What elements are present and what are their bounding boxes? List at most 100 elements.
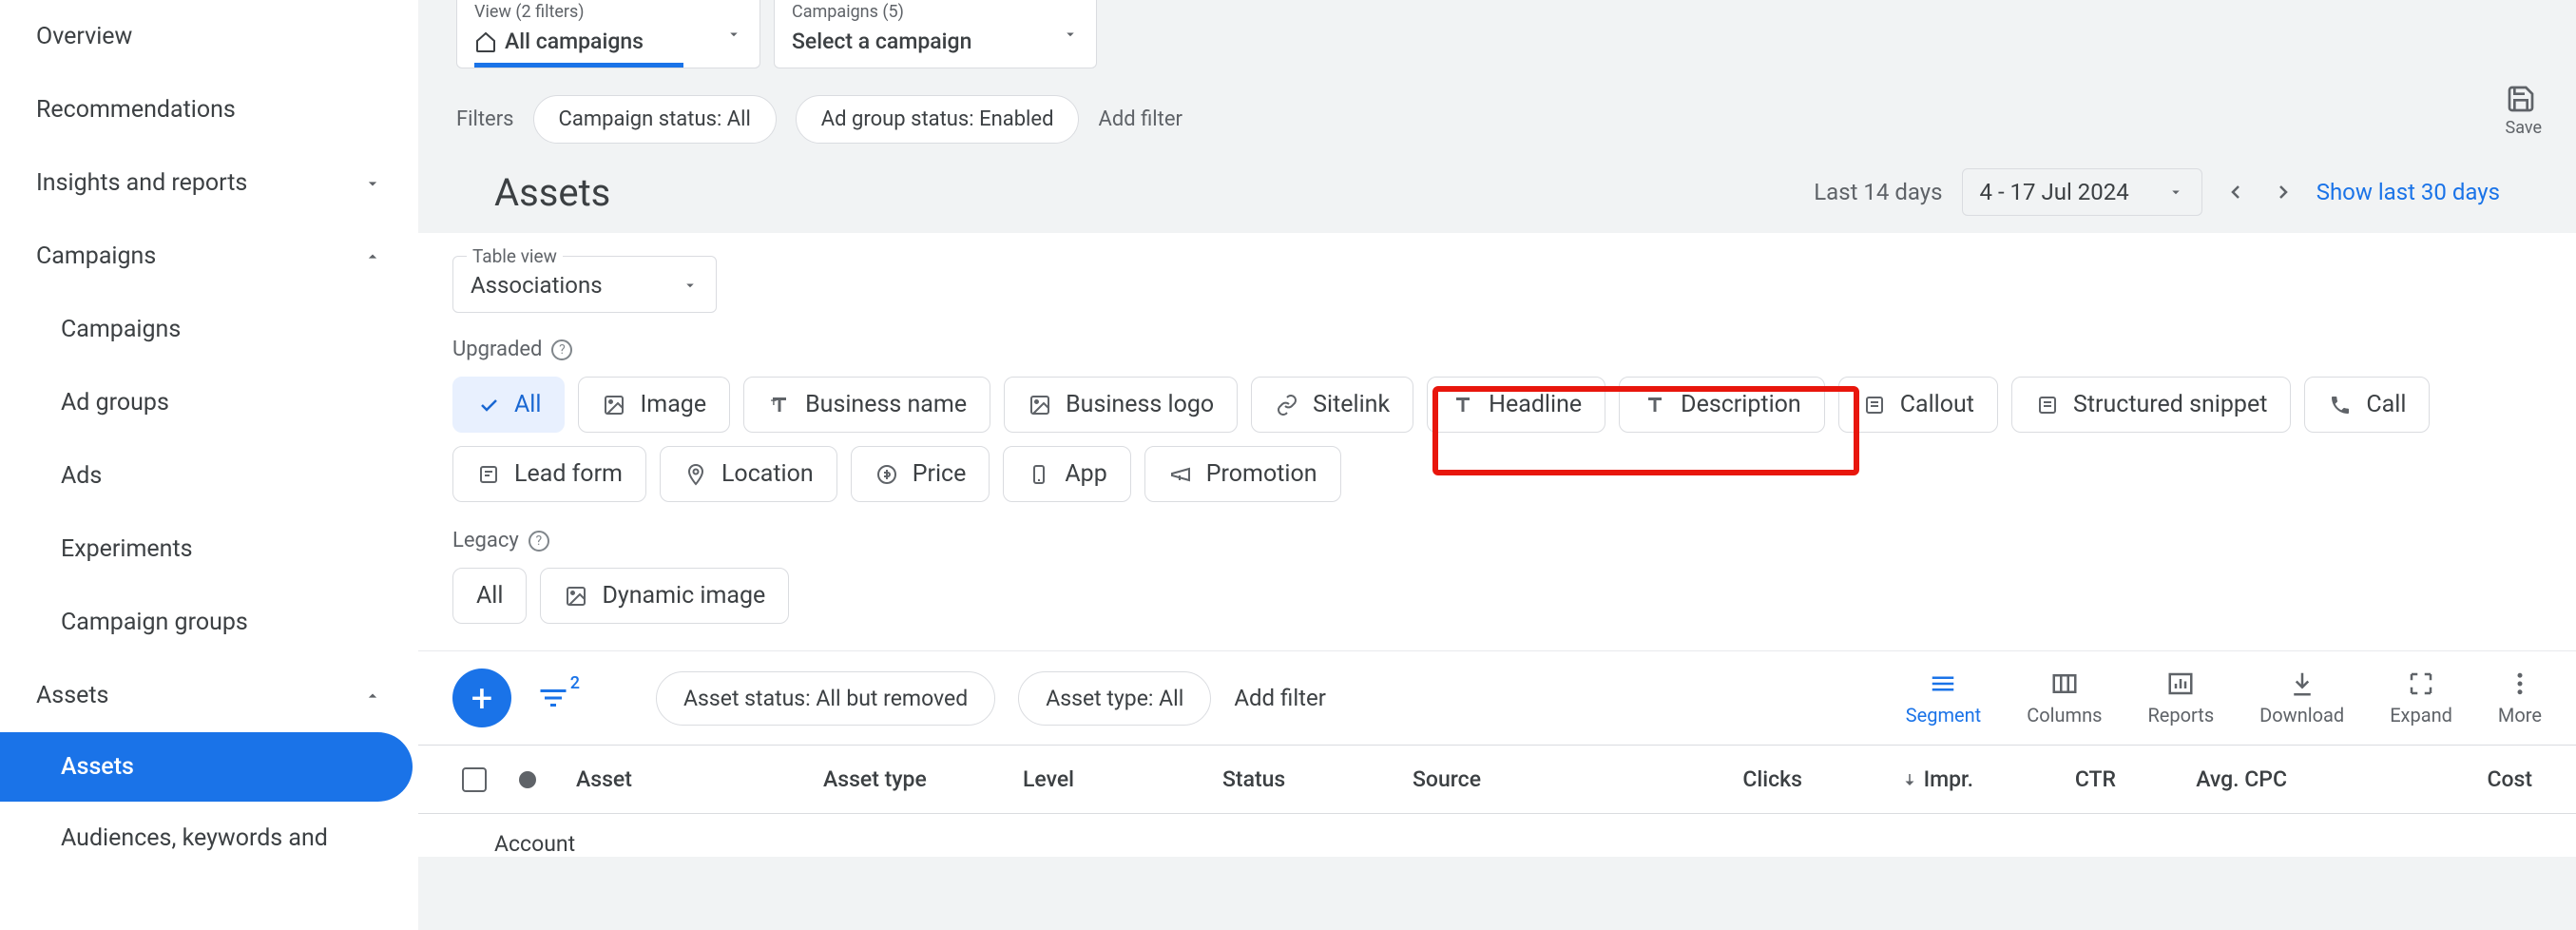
form-icon bbox=[476, 462, 501, 487]
help-icon[interactable]: ? bbox=[551, 339, 572, 360]
col-impr[interactable]: Impr. bbox=[1812, 766, 1983, 792]
add-filter-link[interactable]: Add filter bbox=[1098, 107, 1182, 131]
caret-down-icon bbox=[725, 26, 742, 43]
download-icon bbox=[2288, 669, 2316, 698]
image-icon bbox=[1028, 393, 1052, 417]
chip-app[interactable]: App bbox=[1003, 446, 1130, 502]
chip-call[interactable]: Call bbox=[2304, 377, 2430, 433]
list-icon bbox=[1862, 393, 1887, 417]
col-clicks[interactable]: Clicks bbox=[1641, 766, 1812, 792]
page-title: Assets bbox=[494, 170, 610, 215]
legacy-section-label: Legacy ? bbox=[452, 529, 2542, 552]
nav-sub-adgroups[interactable]: Ad groups bbox=[0, 366, 418, 439]
status-indicator-header bbox=[519, 771, 536, 788]
table-view-value: Associations bbox=[471, 272, 603, 299]
nav-audiences[interactable]: Audiences, keywords and bbox=[0, 802, 418, 852]
col-status[interactable]: Status bbox=[1213, 766, 1403, 792]
more-button[interactable]: More bbox=[2498, 669, 2542, 727]
pill-asset-status[interactable]: Asset status: All but removed bbox=[656, 671, 995, 726]
nav-recommendations[interactable]: Recommendations bbox=[0, 73, 418, 146]
col-level[interactable]: Level bbox=[1013, 766, 1213, 792]
download-button[interactable]: Download bbox=[2259, 669, 2344, 727]
nav-sub-ads[interactable]: Ads bbox=[0, 439, 418, 513]
chip-business-logo[interactable]: Business logo bbox=[1004, 377, 1238, 433]
chip-promotion[interactable]: Promotion bbox=[1144, 446, 1341, 502]
phone-icon bbox=[2328, 393, 2353, 417]
campaign-dropdown[interactable]: Campaigns (5) Select a campaign bbox=[774, 0, 1097, 68]
nav-overview[interactable]: Overview bbox=[0, 0, 418, 73]
link-icon bbox=[1275, 393, 1299, 417]
add-button[interactable]: + bbox=[452, 668, 511, 727]
save-button[interactable]: Save bbox=[2506, 84, 2543, 138]
main-area: View (2 filters) All campaigns Campaigns… bbox=[418, 0, 2576, 930]
segment-button[interactable]: Segment bbox=[1906, 669, 1981, 727]
table-view-select[interactable]: Table view Associations bbox=[452, 256, 717, 313]
nav-assets-sub-active[interactable]: Assets bbox=[0, 732, 413, 802]
col-asset-type[interactable]: Asset type bbox=[814, 766, 1013, 792]
date-last-label: Last 14 days bbox=[1814, 179, 1942, 205]
date-next-button[interactable] bbox=[2269, 178, 2297, 206]
legacy-chip-all[interactable]: All bbox=[452, 568, 527, 624]
chip-callout[interactable]: Callout bbox=[1838, 377, 1998, 433]
campaign-dropdown-label: Campaigns (5) bbox=[792, 2, 904, 22]
select-all-checkbox[interactable] bbox=[462, 767, 487, 792]
filters-label: Filters bbox=[456, 107, 514, 131]
nav-sub-experiments[interactable]: Experiments bbox=[0, 513, 418, 586]
chevron-down-icon bbox=[363, 174, 382, 193]
chip-business-name[interactable]: Business name bbox=[743, 377, 990, 433]
caret-down-icon bbox=[682, 277, 699, 294]
add-filter-toolbar[interactable]: Add filter bbox=[1234, 685, 1326, 711]
view-dropdown[interactable]: View (2 filters) All campaigns bbox=[456, 0, 760, 68]
chevron-up-icon bbox=[363, 687, 382, 706]
show-last-30-link[interactable]: Show last 30 days bbox=[2316, 179, 2500, 205]
columns-button[interactable]: Columns bbox=[2027, 669, 2102, 727]
upgraded-section-label: Upgraded ? bbox=[452, 338, 2542, 361]
more-icon bbox=[2506, 669, 2534, 698]
filter-chip-adgroup-status[interactable]: Ad group status: Enabled bbox=[796, 95, 1080, 144]
legacy-chip-dynamic-image[interactable]: Dynamic image bbox=[540, 568, 789, 624]
caret-down-icon bbox=[1062, 26, 1079, 43]
table-view-label: Table view bbox=[467, 245, 563, 267]
expand-icon bbox=[2407, 669, 2435, 698]
chip-lead-form[interactable]: Lead form bbox=[452, 446, 646, 502]
chip-price[interactable]: Price bbox=[851, 446, 990, 502]
sort-down-icon bbox=[1901, 771, 1918, 788]
nav-assets[interactable]: Assets bbox=[0, 659, 418, 732]
campaign-dropdown-value: Select a campaign bbox=[792, 29, 971, 54]
chip-sitelink[interactable]: Sitelink bbox=[1251, 377, 1413, 433]
row-account-label: Account bbox=[494, 831, 575, 857]
nav-sub-campaigns[interactable]: Campaigns bbox=[0, 293, 418, 366]
date-prev-button[interactable] bbox=[2221, 178, 2250, 206]
chip-all[interactable]: All bbox=[452, 377, 565, 433]
save-label: Save bbox=[2506, 118, 2543, 138]
nav-sub-campaign-groups[interactable]: Campaign groups bbox=[0, 586, 418, 659]
home-icon bbox=[474, 30, 497, 53]
help-icon[interactable]: ? bbox=[529, 531, 549, 552]
filter-chip-campaign-status[interactable]: Campaign status: All bbox=[533, 95, 777, 144]
expand-button[interactable]: Expand bbox=[2390, 669, 2452, 727]
chevron-up-icon bbox=[363, 247, 382, 266]
filter-button[interactable]: 2 bbox=[534, 679, 572, 717]
check-icon bbox=[476, 393, 501, 417]
col-source[interactable]: Source bbox=[1403, 766, 1641, 792]
table-header: Asset Asset type Level Status Source Cli… bbox=[418, 745, 2576, 814]
chip-location[interactable]: Location bbox=[660, 446, 837, 502]
columns-icon bbox=[2050, 669, 2079, 698]
date-range-picker[interactable]: 4 - 17 Jul 2024 bbox=[1962, 168, 2202, 216]
view-dropdown-label: View (2 filters) bbox=[474, 2, 585, 22]
nav-campaigns[interactable]: Campaigns bbox=[0, 220, 418, 293]
reports-button[interactable]: Reports bbox=[2147, 669, 2214, 727]
col-ctr[interactable]: CTR bbox=[1983, 766, 2125, 792]
chip-description[interactable]: Description bbox=[1619, 377, 1825, 433]
col-asset[interactable]: Asset bbox=[567, 766, 814, 792]
col-cost[interactable]: Cost bbox=[2297, 766, 2542, 792]
nav-insights[interactable]: Insights and reports bbox=[0, 146, 418, 220]
sidebar: Overview Recommendations Insights and re… bbox=[0, 0, 418, 930]
chip-headline[interactable]: Headline bbox=[1427, 377, 1605, 433]
chip-structured[interactable]: Structured snippet bbox=[2011, 377, 2291, 433]
image-icon bbox=[602, 393, 626, 417]
col-avg-cpc[interactable]: Avg. CPC bbox=[2125, 766, 2297, 792]
chip-image[interactable]: Image bbox=[578, 377, 730, 433]
pill-asset-type[interactable]: Asset type: All bbox=[1018, 671, 1211, 726]
text-icon bbox=[1451, 393, 1475, 417]
